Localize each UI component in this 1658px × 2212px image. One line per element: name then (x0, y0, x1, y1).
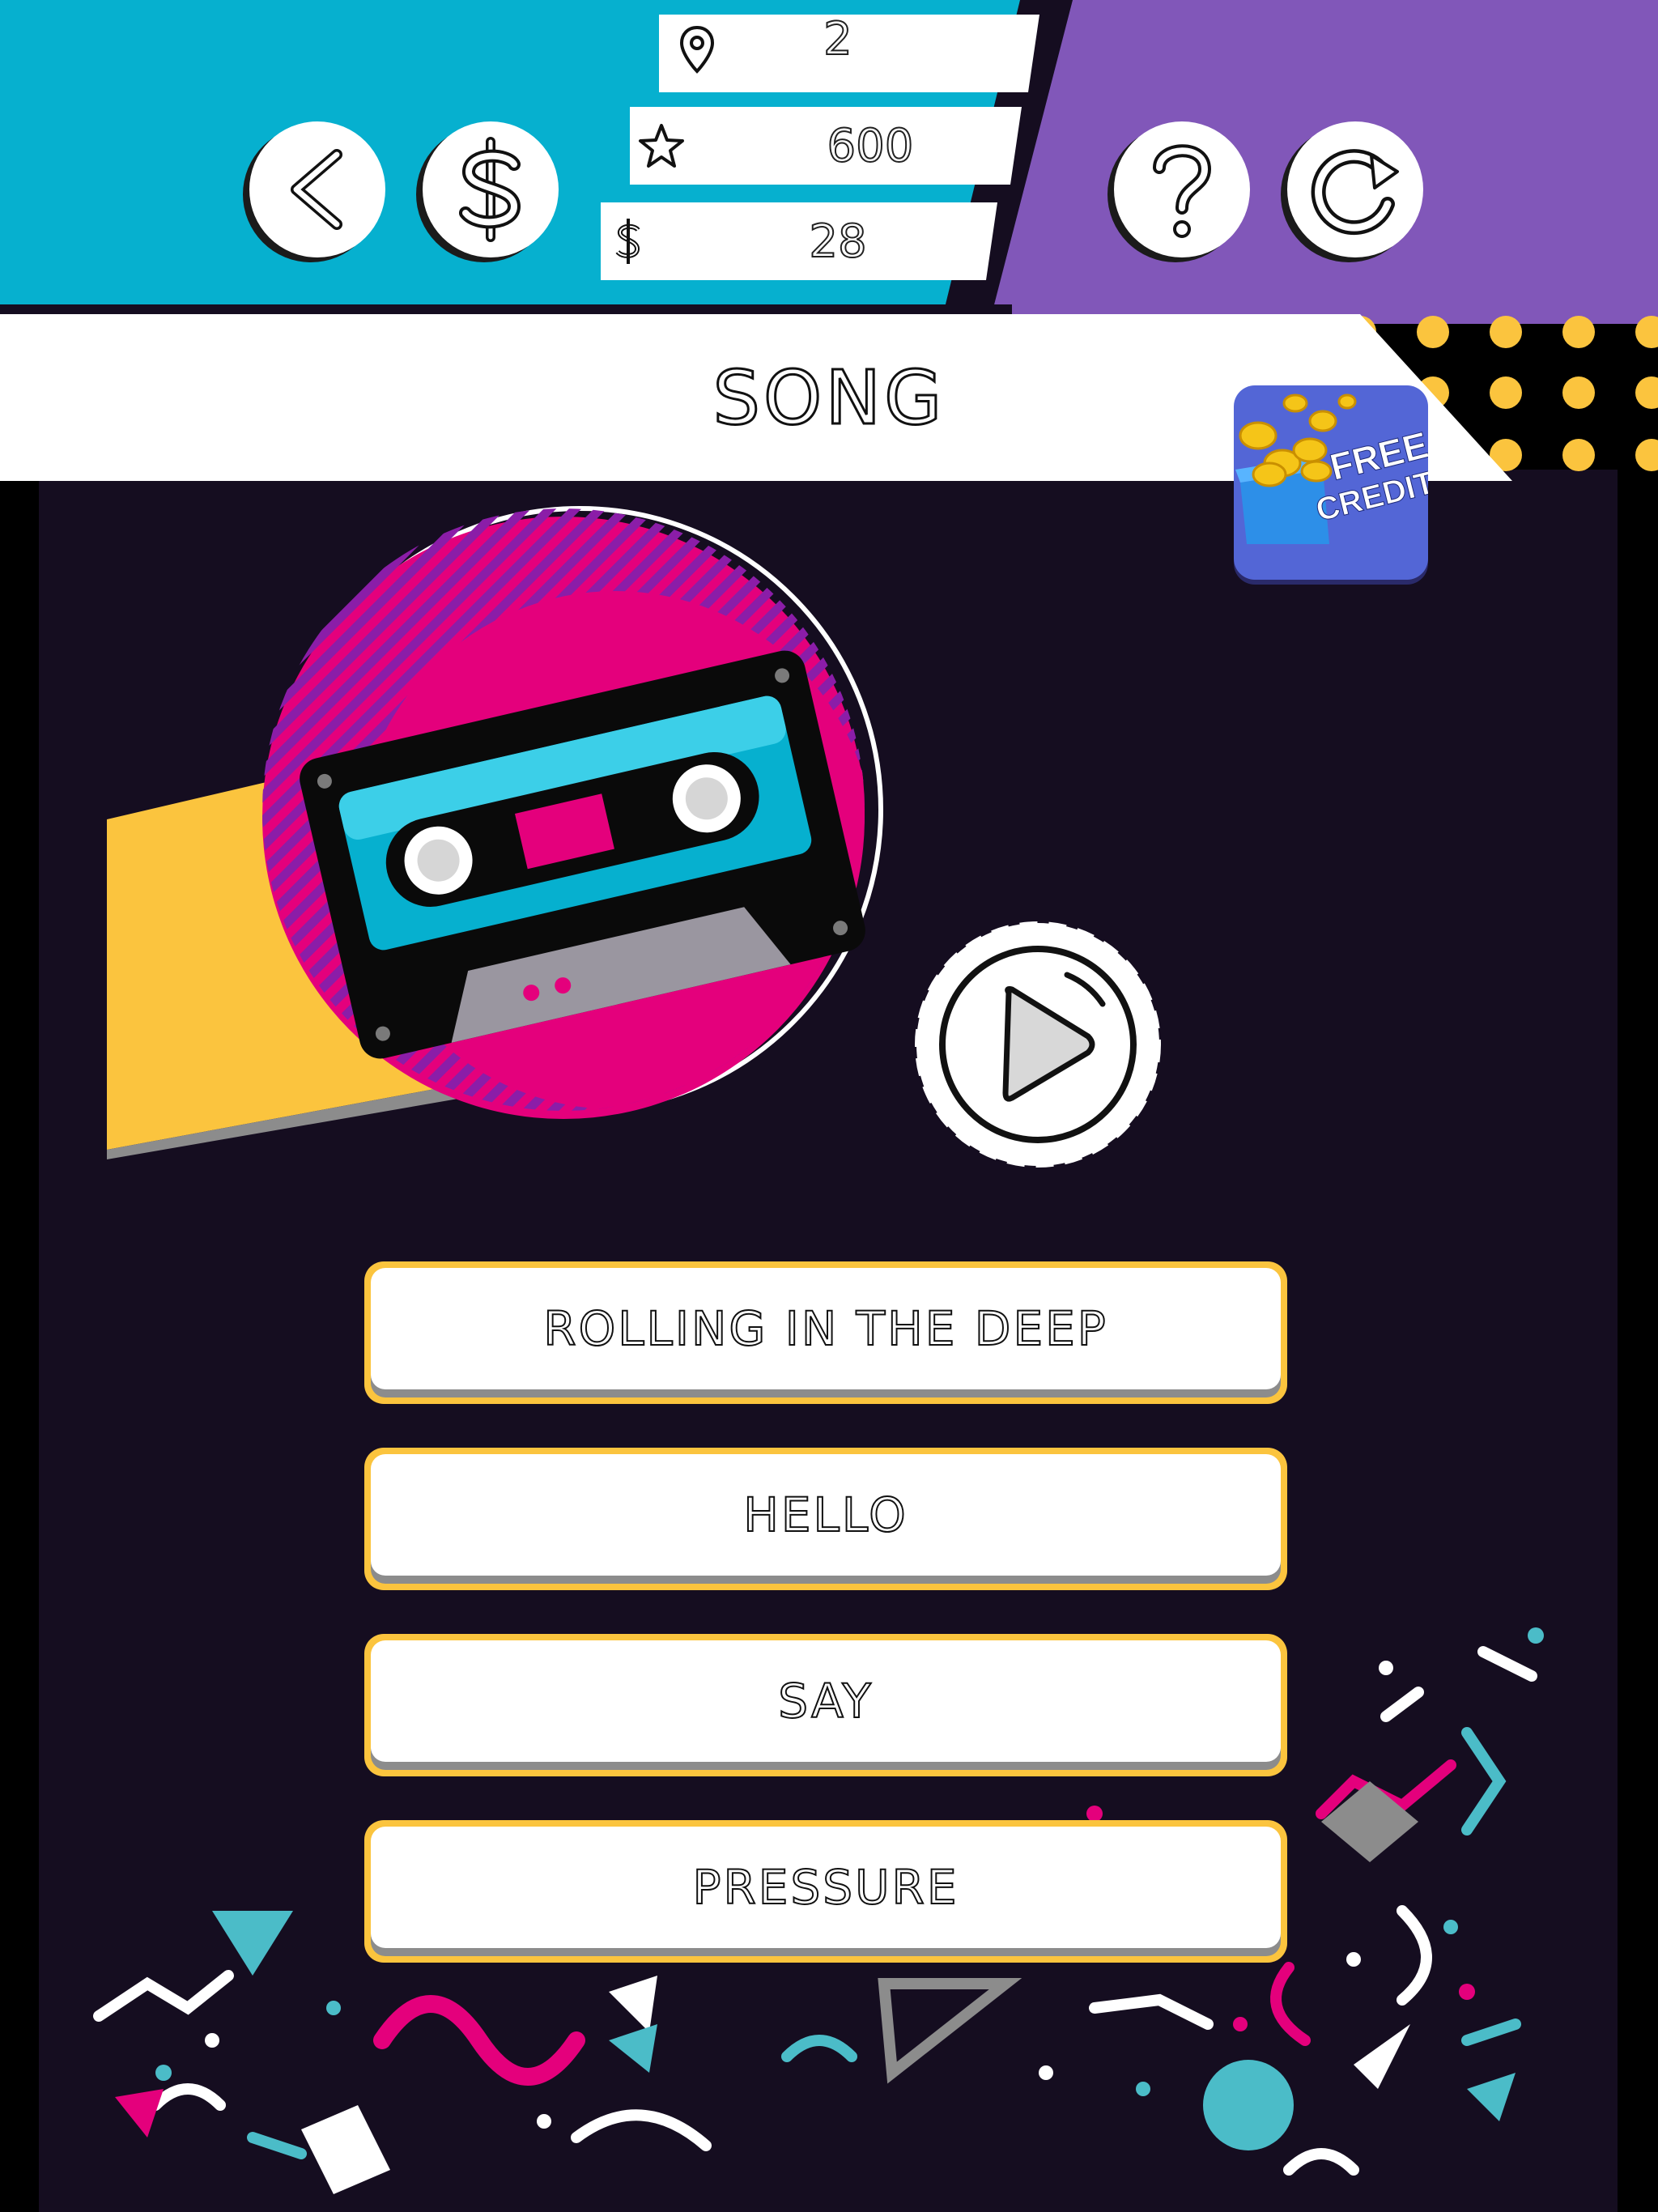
dollar-icon (610, 215, 646, 267)
back-button[interactable] (249, 121, 385, 257)
answer-button-4[interactable]: PRESSURE (364, 1820, 1287, 1963)
play-icon (915, 921, 1161, 1168)
answer-label-1: ROLLING IN THE DEEP (371, 1268, 1281, 1389)
question-icon (1153, 144, 1212, 238)
answer-button-3[interactable]: SAY (364, 1634, 1287, 1776)
play-song-button[interactable] (908, 915, 1167, 1174)
answer-button-2[interactable]: HELLO (364, 1448, 1287, 1590)
help-button[interactable] (1114, 121, 1250, 257)
answer-label-4: PRESSURE (371, 1827, 1281, 1948)
restart-icon (1311, 149, 1399, 236)
answer-button-1[interactable]: ROLLING IN THE DEEP (364, 1261, 1287, 1404)
star-icon (636, 121, 687, 172)
back-chevron-icon (291, 149, 342, 230)
level-value: 2 (823, 12, 853, 66)
answer-label-3: SAY (371, 1640, 1281, 1762)
shop-button[interactable] (423, 121, 559, 257)
dollar-icon (459, 137, 521, 242)
coins-value: 28 (808, 215, 867, 269)
answer-label-2: HELLO (371, 1454, 1281, 1576)
stars-value: 600 (827, 119, 915, 173)
free-credits-button[interactable]: FREE CREDITS (1234, 385, 1428, 580)
restart-button[interactable] (1287, 121, 1423, 257)
map-pin-icon (677, 24, 717, 76)
